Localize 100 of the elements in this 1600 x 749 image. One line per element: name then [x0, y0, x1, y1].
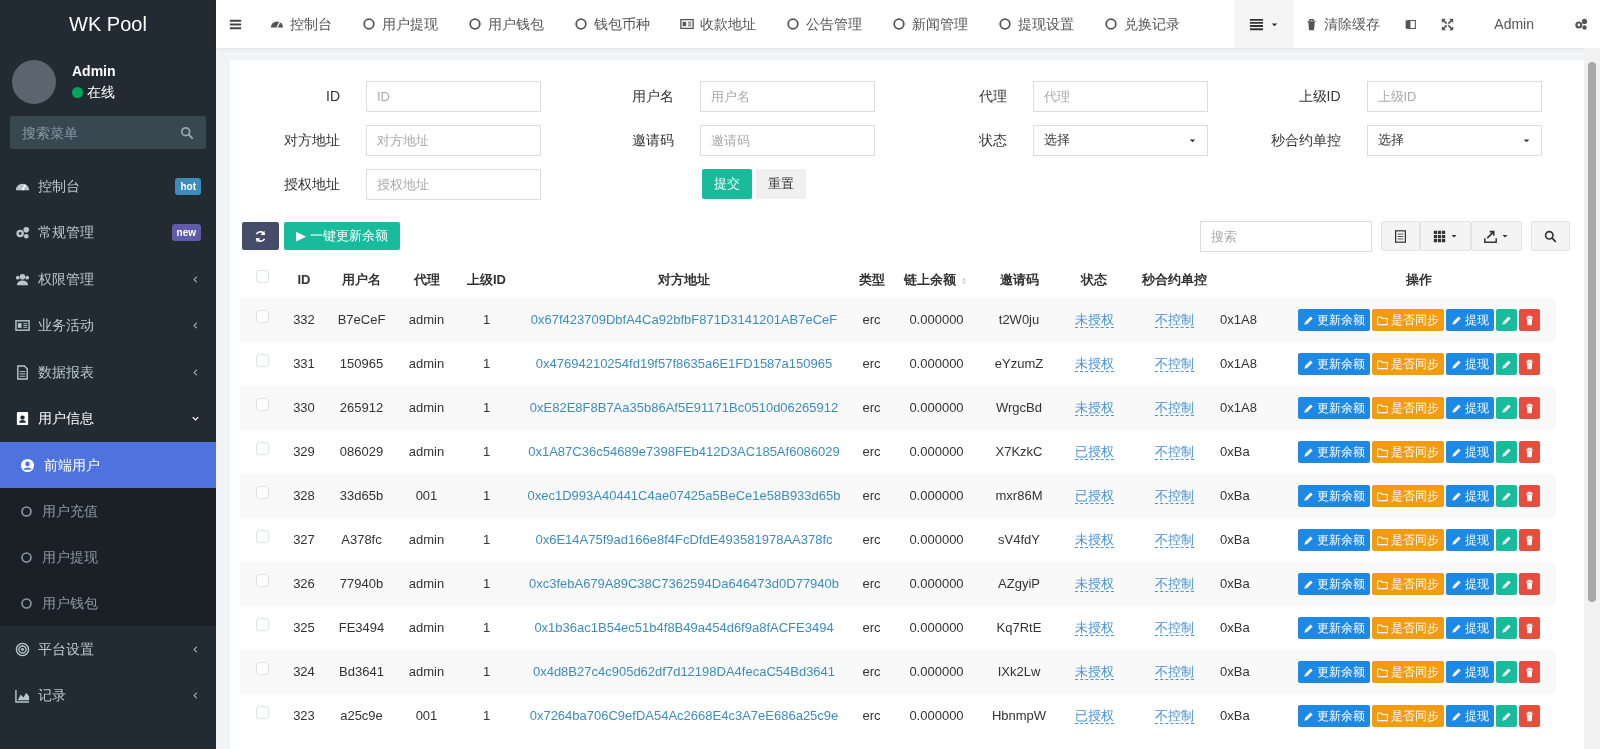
control-link[interactable]: 不控制	[1154, 444, 1194, 461]
edit-button[interactable]	[1495, 485, 1517, 507]
row-checkbox[interactable]	[255, 662, 269, 676]
row-checkbox[interactable]	[255, 574, 269, 588]
search-button[interactable]	[1531, 221, 1570, 251]
delete-button[interactable]	[1518, 353, 1540, 375]
brand-logo-text[interactable]: WK Pool	[69, 9, 147, 39]
reset-button[interactable]: 重置	[756, 169, 806, 199]
control-link[interactable]: 不控制	[1154, 488, 1194, 505]
sidebar-item[interactable]: 控制台 hot	[0, 163, 216, 210]
row-checkbox[interactable]	[255, 398, 269, 412]
edit-button[interactable]	[1495, 617, 1517, 639]
nav-tab[interactable]: 用户提现	[347, 0, 453, 48]
status-link[interactable]: 未授权	[1074, 620, 1114, 637]
submenu-item[interactable]: 用户提现	[0, 534, 216, 580]
update-balance-button[interactable]: 更新余额	[1297, 573, 1370, 595]
input-field[interactable]: 用户名	[699, 80, 875, 112]
nav-tab[interactable]: 公告管理	[771, 0, 877, 48]
status-link[interactable]: 未授权	[1074, 356, 1114, 373]
status-link[interactable]: 已授权	[1074, 708, 1114, 725]
withdraw-button[interactable]: 提现	[1445, 617, 1494, 639]
nav-tab[interactable]: 兑换记录	[1089, 0, 1195, 48]
sync-button[interactable]: 是否同步	[1371, 529, 1444, 551]
update-balance-button[interactable]: 更新余额	[1297, 661, 1370, 683]
input-field[interactable]: 代理	[1033, 80, 1208, 112]
control-link[interactable]: 不控制	[1154, 356, 1194, 373]
input-field[interactable]: 邀请码	[699, 124, 875, 156]
input-field[interactable]: 授权地址	[366, 168, 541, 200]
sync-button[interactable]: 是否同步	[1371, 485, 1444, 507]
nav-tab[interactable]: 新闻管理	[877, 0, 983, 48]
nav-tab[interactable]: 钱包币种	[559, 0, 665, 48]
update-balance-button[interactable]: 更新余额	[1297, 309, 1370, 331]
address-link[interactable]: 0x1A87C36c54689e7398FEb412D3AC185Af6086029	[528, 444, 840, 460]
sidebar-item[interactable]: 数据报表	[0, 349, 216, 396]
edit-button[interactable]	[1495, 353, 1517, 375]
sync-button[interactable]: 是否同步	[1371, 617, 1444, 639]
row-checkbox[interactable]	[255, 442, 269, 456]
row-checkbox[interactable]	[255, 486, 269, 500]
delete-button[interactable]	[1518, 529, 1540, 551]
delete-button[interactable]	[1518, 485, 1540, 507]
withdraw-button[interactable]: 提现	[1445, 309, 1494, 331]
sidebar-item[interactable]: 常规管理 new	[0, 209, 216, 256]
delete-button[interactable]	[1518, 309, 1540, 331]
sidebar-item[interactable]: 业务活动	[0, 302, 216, 349]
sync-button[interactable]: 是否同步	[1371, 309, 1444, 331]
delete-button[interactable]	[1518, 441, 1540, 463]
delete-button[interactable]	[1518, 661, 1540, 683]
clear-cache-link[interactable]: 清除缓存	[1293, 0, 1393, 48]
row-checkbox[interactable]	[255, 354, 269, 368]
withdraw-button[interactable]: 提现	[1445, 661, 1494, 683]
submenu-item[interactable]: 用户充值	[0, 488, 216, 534]
sync-button[interactable]: 是否同步	[1371, 441, 1444, 463]
menu-toggle-button[interactable]	[1235, 0, 1294, 48]
submit-button[interactable]: 提交	[702, 169, 752, 199]
sync-button[interactable]: 是否同步	[1371, 397, 1444, 419]
withdraw-button[interactable]: 提现	[1445, 529, 1494, 551]
submenu-item[interactable]: 前端用户	[0, 442, 216, 488]
status-link[interactable]: 未授权	[1074, 532, 1114, 549]
edit-button[interactable]	[1495, 529, 1517, 551]
update-balance-button[interactable]: 更新余额	[1297, 485, 1370, 507]
withdraw-button[interactable]: 提现	[1445, 397, 1494, 419]
update-balance-button[interactable]: 更新余额	[1297, 353, 1370, 375]
select-field[interactable]: 选择	[1033, 124, 1208, 156]
search-field[interactable]: 搜索	[1200, 220, 1372, 252]
address-link[interactable]: 0x6E14A75f9ad166e8f4FcDfdE493581978AA378fc	[535, 532, 833, 548]
refresh-button[interactable]	[242, 222, 279, 250]
delete-button[interactable]	[1518, 397, 1540, 419]
update-balance-button[interactable]: 更新余额	[1297, 441, 1370, 463]
withdraw-button[interactable]: 提现	[1445, 485, 1494, 507]
export-button[interactable]	[1471, 221, 1522, 251]
withdraw-button[interactable]: 提现	[1445, 573, 1494, 595]
row-checkbox[interactable]	[255, 530, 269, 544]
address-link[interactable]: 0x7264ba706C9efDA54Ac2668E4c3A7eE686a25c9e	[529, 708, 839, 724]
edit-button[interactable]	[1495, 397, 1517, 419]
withdraw-button[interactable]: 提现	[1445, 441, 1494, 463]
row-checkbox[interactable]	[255, 618, 269, 632]
delete-button[interactable]	[1518, 617, 1540, 639]
update-all-balance-button[interactable]: ▶ 一键更新余额	[284, 222, 400, 250]
edit-button[interactable]	[1495, 573, 1517, 595]
update-balance-button[interactable]: 更新余额	[1297, 397, 1370, 419]
withdraw-button[interactable]: 提现	[1445, 705, 1494, 727]
select-all-checkbox[interactable]	[255, 270, 269, 284]
update-balance-button[interactable]: 更新余额	[1297, 617, 1370, 639]
delete-button[interactable]	[1518, 705, 1540, 727]
sync-button[interactable]: 是否同步	[1371, 705, 1444, 727]
nav-tab[interactable]: 提现设置	[983, 0, 1089, 48]
submenu-item[interactable]: 用户钱包	[0, 580, 216, 626]
row-checkbox[interactable]	[255, 706, 269, 720]
control-link[interactable]: 不控制	[1154, 664, 1194, 681]
sidebar-item[interactable]: 平台设置	[0, 626, 216, 673]
sidebar-item[interactable]: 权限管理	[0, 256, 216, 303]
nav-tab[interactable]: 收款地址	[665, 0, 771, 48]
status-link[interactable]: 已授权	[1074, 444, 1114, 461]
withdraw-button[interactable]: 提现	[1445, 353, 1494, 375]
control-link[interactable]: 不控制	[1154, 400, 1194, 417]
edit-button[interactable]	[1495, 705, 1517, 727]
input-field[interactable]: 上级ID	[1366, 80, 1542, 112]
edit-button[interactable]	[1495, 441, 1517, 463]
control-link[interactable]: 不控制	[1154, 620, 1194, 637]
address-link[interactable]: 0x47694210254fd19f57f8635a6E1FD1587a150965	[535, 356, 833, 372]
